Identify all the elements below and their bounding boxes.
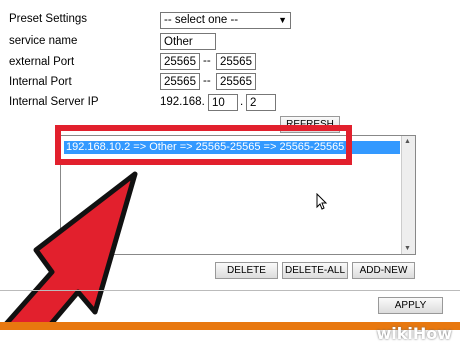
service-name-input[interactable]	[160, 33, 216, 50]
service-name-label: service name	[9, 35, 78, 47]
pointer-arrow-icon	[3, 171, 138, 345]
scroll-up-icon[interactable]: ▲	[404, 138, 411, 145]
external-port-start-input[interactable]	[160, 53, 200, 70]
preset-selected-value: -- select one --	[164, 14, 239, 26]
internal-port-end-input[interactable]	[216, 73, 256, 90]
watermark-logo: wikiHow	[376, 324, 452, 343]
delete-all-button[interactable]: DELETE-ALL	[282, 262, 348, 279]
ip-octet4-input[interactable]	[246, 94, 276, 111]
mouse-cursor-icon	[316, 193, 328, 210]
add-new-button[interactable]: ADD-NEW	[352, 262, 415, 279]
scroll-down-icon[interactable]: ▼	[404, 245, 411, 252]
internal-server-ip-label: Internal Server IP	[9, 96, 99, 108]
external-port-end-input[interactable]	[216, 53, 256, 70]
external-port-separator: --	[203, 55, 211, 67]
preset-settings-label: Preset Settings	[9, 13, 87, 25]
preset-settings-select[interactable]: -- select one -- ▼	[160, 12, 291, 29]
apply-button[interactable]: APPLY	[378, 297, 443, 314]
internal-port-separator: --	[203, 75, 211, 87]
internal-port-start-input[interactable]	[160, 73, 200, 90]
divider	[0, 290, 460, 291]
chevron-down-icon: ▼	[278, 15, 287, 25]
ip-octet3-input[interactable]	[208, 94, 238, 111]
internal-port-label: Internal Port	[9, 76, 72, 88]
highlight-box	[55, 125, 352, 165]
external-port-label: external Port	[9, 56, 75, 68]
delete-button[interactable]: DELETE	[215, 262, 278, 279]
ip-dot-separator: .	[240, 96, 244, 108]
ip-prefix-text: 192.168.	[160, 96, 205, 108]
list-scrollbar[interactable]: ▲ ▼	[401, 136, 415, 254]
